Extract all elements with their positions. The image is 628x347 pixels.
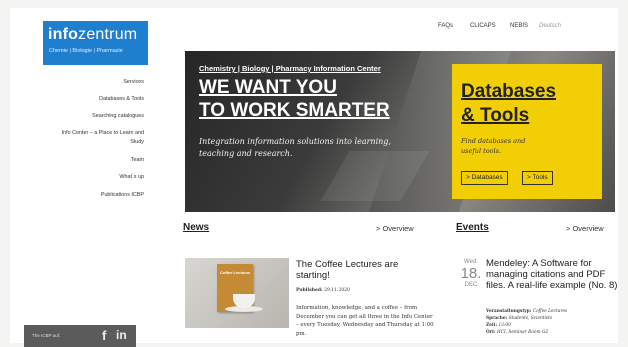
top-link-language[interactable]: Deutsch: [539, 22, 561, 30]
sidebar-item-databases-tools[interactable]: Databases & Tools: [40, 95, 144, 103]
news-body: Information, knowledge, and a coffee – f…: [296, 305, 434, 337]
top-link-faqs[interactable]: FAQs: [438, 22, 453, 30]
hero-headline: WE WANT YOU TO WORK SMARTER: [199, 76, 399, 122]
sidebar-item-publications[interactable]: Publications ICBP: [40, 191, 144, 199]
logo-wordmark: infozentrum: [48, 26, 138, 43]
hero-headline-line: TO WORK SMARTER: [199, 100, 390, 121]
page: infozentrum Chemie | Biologie | Pharmazi…: [10, 8, 618, 343]
infozentrum-logo[interactable]: infozentrum Chemie | Biologie | Pharmazi…: [43, 21, 148, 65]
news-heading[interactable]: News: [183, 222, 209, 234]
sidebar-item-info-center[interactable]: Info Center – a Place to Learn and: [40, 129, 144, 137]
news-title[interactable]: The Coffee Lectures are starting!: [296, 259, 426, 281]
news-image[interactable]: Coffee Lectures: [185, 258, 289, 328]
event-meta: Veranstaltungstyp: Coffee Lectures Sprac…: [486, 309, 568, 335]
top-link-nebis[interactable]: NEBIS: [510, 22, 528, 30]
social-label: The ICBP auf:: [32, 333, 61, 338]
facebook-icon[interactable]: f: [102, 329, 106, 342]
hero-kicker[interactable]: Chemistry | Biology | Pharmacy Informati…: [199, 64, 381, 73]
databases-tools-box[interactable]: Databases & Tools Find databases and use…: [452, 64, 602, 199]
databases-tools-title[interactable]: Databases & Tools: [461, 80, 556, 128]
databases-button[interactable]: > Databases: [461, 171, 508, 185]
sidebar-item-searching-catalogues[interactable]: Searching catalogues: [40, 112, 144, 120]
sidebar-item-team[interactable]: Team: [40, 156, 144, 164]
linkedin-icon[interactable]: in: [116, 329, 127, 342]
databases-tools-desc: Find databases and useful tools.: [461, 137, 526, 155]
event-title[interactable]: Mendeley: A Software for managing citati…: [486, 258, 618, 291]
events-heading[interactable]: Events: [456, 222, 489, 234]
hero-headline-line: WE WANT YOU: [199, 77, 337, 98]
sidebar-item-info-center-line2[interactable]: Study: [40, 138, 144, 146]
top-nav: FAQs CLICAPS NEBIS Deutsch: [418, 22, 618, 34]
news-published: Published: 29.11.2020: [296, 288, 350, 293]
social-bar: The ICBP auf: f in: [24, 325, 136, 347]
sidebar-item-whats-up[interactable]: What`s up: [40, 173, 144, 181]
tools-button[interactable]: > Tools: [522, 171, 553, 185]
top-link-clicaps[interactable]: CLICAPS: [470, 22, 496, 30]
hero-banner: Chemistry | Biology | Pharmacy Informati…: [185, 51, 615, 212]
event-date: Wed. 18. DEC: [460, 259, 482, 288]
news-overview-link[interactable]: > Overview: [376, 224, 414, 233]
sidebar-item-services[interactable]: Services: [40, 78, 144, 86]
hero-subline: Integration information solutions into l…: [199, 137, 391, 158]
events-overview-link[interactable]: > Overview: [566, 224, 604, 233]
logo-tagline: Chemie | Biologie | Pharmazie: [49, 48, 123, 54]
